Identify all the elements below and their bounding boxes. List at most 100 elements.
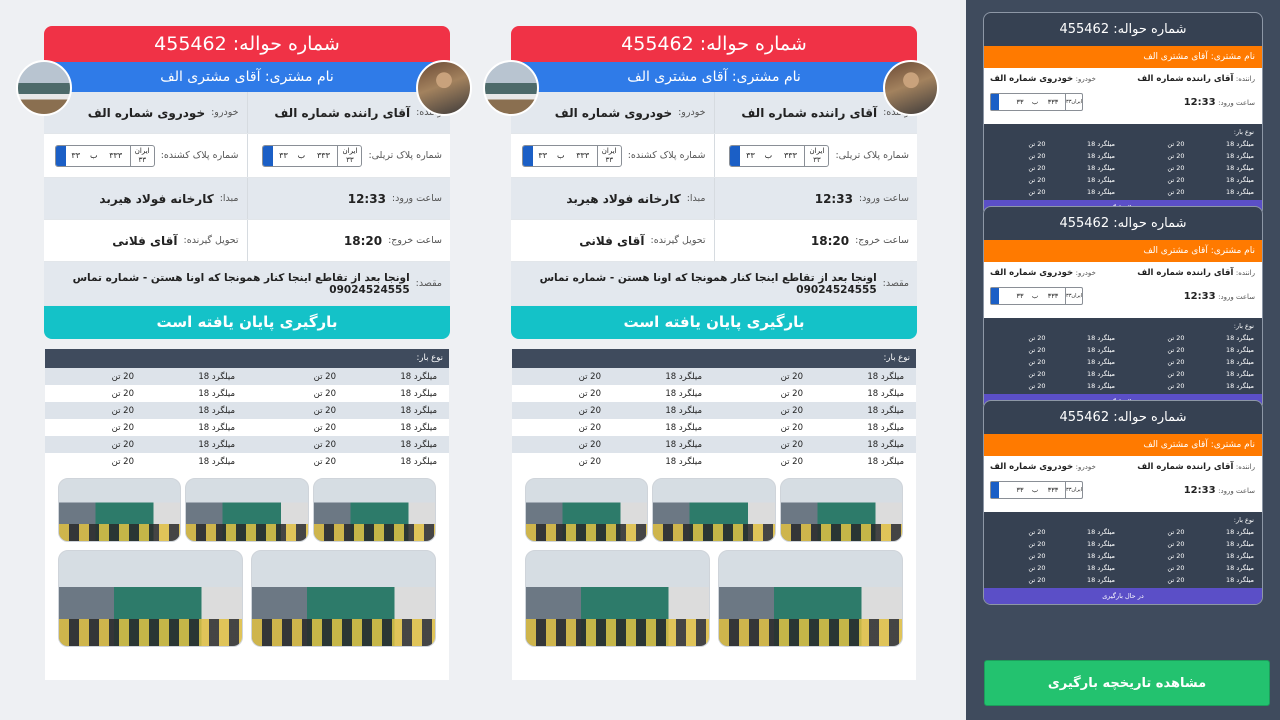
- vehicle-photo[interactable]: [779, 478, 903, 542]
- cargo-cell: 20 تن: [578, 422, 601, 433]
- view-loading-history-button[interactable]: مشاهده تاریخچه بارگیری: [984, 660, 1270, 706]
- mini-vehicle: خودرو: خودروی شماره الف: [990, 462, 1096, 472]
- mini-details: راننده: آقای راننده شماره الف خودرو: خود…: [984, 262, 1262, 318]
- vehicle-photo[interactable]: [312, 478, 436, 542]
- mini-vehicle-label: خودرو:: [1075, 269, 1096, 277]
- cargo-cell: میلگرد 18: [867, 405, 904, 416]
- origin-label: مبدا:: [686, 193, 706, 204]
- mini-cargo-cell: میلگرد 18: [1086, 164, 1115, 172]
- mini-cargo-cell: میلگرد 18: [1225, 370, 1254, 378]
- tractor-plate-label: شماره پلاک کشنده:: [627, 150, 706, 161]
- vehicle-avatar: [16, 60, 72, 116]
- mini-cargo-cell: 20 تن: [1028, 540, 1046, 548]
- plate-iran-section: ایران ۳۳: [1065, 94, 1082, 110]
- waybill-card[interactable]: شماره حواله: 455462 نام مشتری: آقای مشتر…: [483, 26, 939, 680]
- mini-cargo-cell: 20 تن: [1028, 370, 1046, 378]
- destination-row: مقصد: اونجا بعد از تقاطع اینجا کنار همون…: [44, 262, 450, 306]
- cargo-cell: میلگرد 18: [665, 371, 702, 382]
- mini-cargo-table: نوع بار: میلگرد 18 20 تن میلگرد 18 20 تن می…: [984, 124, 1262, 200]
- cargo-row: میلگرد 18 20 تن میلگرد 18 20 تن: [512, 402, 916, 419]
- plate-iran-section: ایران ۳۳: [129, 145, 154, 166]
- plate-prefix: ۳۳: [71, 151, 80, 160]
- mini-cargo-cell: 20 تن: [1167, 540, 1185, 548]
- cargo-cell: 20 تن: [111, 456, 134, 467]
- plate-letter: ب: [1031, 98, 1039, 106]
- mini-cargo-cell: میلگرد 18: [1225, 528, 1254, 536]
- mini-cargo-cell: 20 تن: [1028, 528, 1046, 536]
- vehicle-photo[interactable]: [718, 550, 903, 647]
- destination-row: مقصد: اونجا بعد از تقاطع اینجا کنار همون…: [511, 262, 917, 306]
- waybill-card[interactable]: شماره حواله: 455462 نام مشتری: آقای مشتر…: [16, 26, 472, 680]
- mini-cargo-cell: 20 تن: [1167, 576, 1185, 584]
- receiver-value: آقای فلانی: [579, 233, 645, 248]
- entry-time: 12:33: [347, 191, 386, 206]
- active-waybill-card[interactable]: شماره حواله: 455462 نام مشتری: آقای مشتر…: [983, 400, 1263, 605]
- origin-cell: مبدا: کارخانه فولاد هیربد: [44, 178, 248, 219]
- cargo-cell: 20 تن: [313, 456, 336, 467]
- cargo-cell: 20 تن: [313, 422, 336, 433]
- mini-cargo-cell: میلگرد 18: [1225, 152, 1254, 160]
- plate-iran-section: ایران ۳۳: [337, 145, 361, 166]
- plate-letter: ب: [556, 151, 565, 160]
- cargo-cell: میلگرد 18: [198, 405, 235, 416]
- vehicle-label: خودرو:: [211, 107, 239, 118]
- plate-letter: ب: [89, 151, 98, 160]
- cargo-table: نوع بار: میلگرد 18 20 تن میلگرد 18 20 تن می…: [512, 349, 916, 470]
- cargo-cell: میلگرد 18: [867, 388, 904, 399]
- trailer-plate-label: شماره پلاک تریلی:: [835, 150, 909, 161]
- mini-cargo-cell: میلگرد 18: [1225, 140, 1254, 148]
- plate-iran-label: ایران: [1071, 99, 1082, 105]
- mini-cargo-table: نوع بار: میلگرد 18 20 تن میلگرد 18 20 تن می…: [984, 318, 1262, 394]
- vehicle-photo[interactable]: [525, 550, 710, 647]
- mini-cargo-cell: 20 تن: [1167, 152, 1185, 160]
- plate-prefix: ۳۳: [746, 151, 755, 160]
- origin-cell: مبدا: کارخانه فولاد هیربد: [511, 178, 715, 219]
- mini-cargo-row: میلگرد 18 20 تن میلگرد 18 20 تن: [984, 174, 1262, 186]
- vehicle-photo[interactable]: [185, 478, 309, 542]
- mini-driver-label: راننده:: [1235, 269, 1255, 277]
- plates-row: شماره پلاک تریلی: ایران ۳۳ ۳۳۳ ب ۳۳ شماره…: [511, 134, 917, 178]
- mini-cargo-cell: 20 تن: [1028, 188, 1046, 196]
- plate-prefix: ۳۳: [1016, 98, 1024, 106]
- plate-letter: ب: [764, 151, 773, 160]
- mini-cargo-row: میلگرد 18 20 تن میلگرد 18 20 تن: [984, 332, 1262, 344]
- cargo-cell: 20 تن: [111, 371, 134, 382]
- active-waybill-card[interactable]: شماره حواله: 455462 نام مشتری: آقای مشتر…: [983, 206, 1263, 411]
- mini-entry-time: 12:33: [1183, 484, 1216, 496]
- cargo-cell: 20 تن: [780, 439, 803, 450]
- cargo-cell: 20 تن: [313, 371, 336, 382]
- plate-flag-icon: [263, 145, 274, 166]
- entry-origin-row: ساعت ورود: 12:33 مبدا: کارخانه فولاد هیر…: [511, 178, 917, 220]
- waybill-number-title: شماره حواله: 455462: [511, 26, 917, 62]
- exit-time: 18:20: [343, 233, 383, 248]
- plate-number: ۳۳۳: [1047, 486, 1059, 494]
- plate-letter: ب: [297, 151, 306, 160]
- cargo-cell: 20 تن: [111, 388, 134, 399]
- vehicle-photo[interactable]: [251, 550, 436, 647]
- mini-cargo-cell: 20 تن: [1028, 564, 1046, 572]
- exit-receiver-row: ساعت خروج: 18:20 تحویل گیرنده: آقای فلان…: [44, 220, 450, 262]
- vehicle-name: خودروی شماره الف: [554, 105, 673, 120]
- mini-cargo-cell: 20 تن: [1167, 528, 1185, 536]
- mini-cargo-cell: میلگرد 18: [1225, 164, 1254, 172]
- vehicle-photo[interactable]: [652, 478, 776, 542]
- mini-cargo-cell: میلگرد 18: [1225, 188, 1254, 196]
- mini-cargo-cell: 20 تن: [1028, 152, 1046, 160]
- plate-iran-label: ایران: [809, 146, 825, 155]
- mini-vehicle: خودرو: خودروی شماره الف: [990, 268, 1096, 278]
- mini-vehicle-label: خودرو:: [1075, 463, 1096, 471]
- plate-iran-label: ایران: [342, 146, 358, 155]
- mini-cargo-cell: 20 تن: [1167, 334, 1185, 342]
- cargo-cell: 20 تن: [111, 422, 134, 433]
- cargo-cell: میلگرد 18: [198, 439, 235, 450]
- mini-cargo-row: میلگرد 18 20 تن میلگرد 18 20 تن: [984, 574, 1262, 586]
- vehicle-photo[interactable]: [58, 550, 243, 647]
- cargo-table: نوع بار: میلگرد 18 20 تن میلگرد 18 20 تن می…: [45, 349, 449, 470]
- plate-number: ۳۳۳: [316, 151, 330, 160]
- cargo-cell: میلگرد 18: [400, 439, 437, 450]
- vehicle-photo[interactable]: [58, 478, 182, 542]
- active-waybill-card[interactable]: شماره حواله: 455462 نام مشتری: آقای مشتر…: [983, 12, 1263, 217]
- vehicle-photo[interactable]: [525, 478, 649, 542]
- cargo-row: میلگرد 18 20 تن میلگرد 18 20 تن: [45, 453, 449, 470]
- license-plate: ایران ۳۳ ۳۳۳ ب ۳۳: [729, 144, 830, 167]
